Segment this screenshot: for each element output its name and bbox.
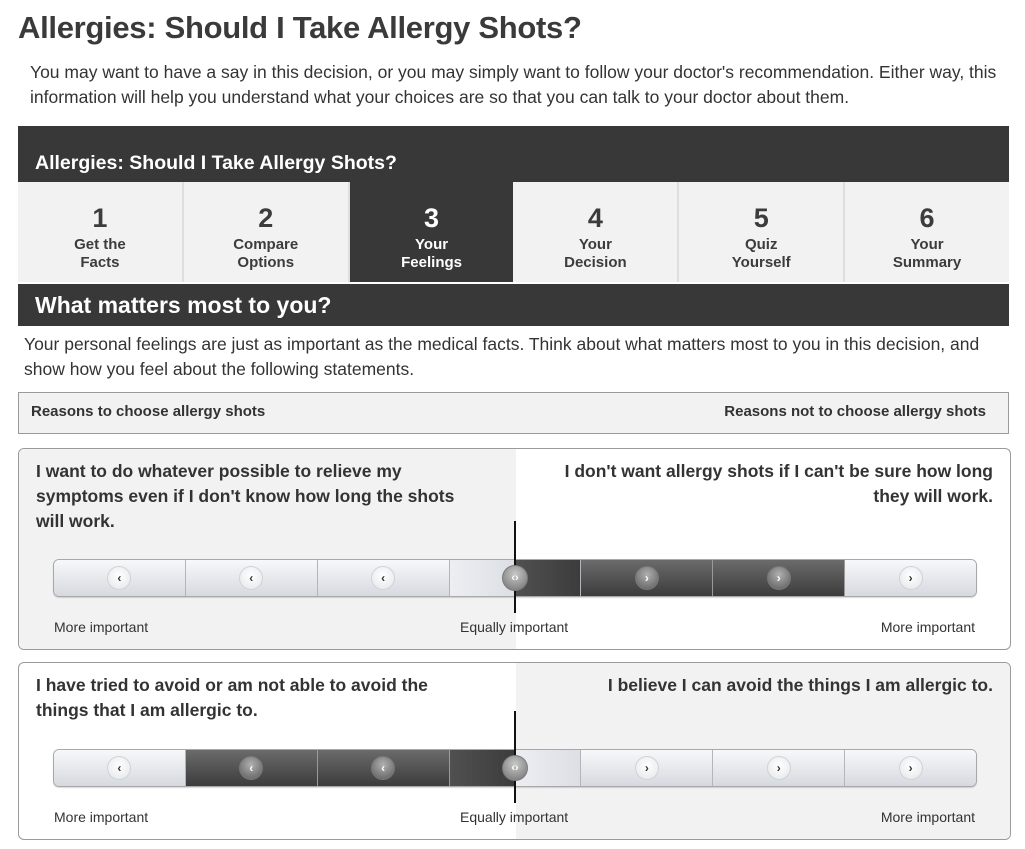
scale-label-left: More important bbox=[54, 809, 149, 825]
step-tab-quiz-yourself[interactable]: 5 Quiz Yourself bbox=[679, 182, 846, 282]
slider-segment-right-1[interactable]: › bbox=[581, 750, 714, 786]
step-number: 5 bbox=[753, 203, 769, 233]
slider-segment-right-1[interactable]: › bbox=[581, 560, 714, 596]
scale-label-right: More important bbox=[880, 809, 975, 825]
step-tab-get-the-facts[interactable]: 1 Get the Facts bbox=[18, 182, 184, 282]
scale-label-middle: Equally important bbox=[460, 619, 569, 635]
reasons-to-choose-label: Reasons to choose allergy shots bbox=[31, 403, 266, 420]
statement-card-1: I want to do whatever possible to reliev… bbox=[18, 448, 1011, 650]
slider-segment-right-2[interactable]: › bbox=[713, 750, 846, 786]
step-label: Your Summary bbox=[892, 236, 962, 271]
slider-segment-left-1[interactable]: ‹ bbox=[317, 750, 450, 786]
step-nav: 1 Get the Facts 2 Compare Options 3 Your Fe… bbox=[18, 182, 1009, 282]
left-arrow-icon: ‹ bbox=[371, 566, 396, 590]
right-arrow-icon: › bbox=[634, 566, 659, 590]
section-intro: Your personal feelings are just as impor… bbox=[24, 334, 980, 379]
slider-segment-right-3[interactable]: › bbox=[845, 560, 976, 596]
page-intro: You may want to have a say in this decis… bbox=[30, 62, 997, 107]
step-number: 3 bbox=[424, 203, 440, 233]
step-label: Your Decision bbox=[564, 236, 627, 271]
reasons-header: Reasons to choose allergy shots Reasons … bbox=[18, 392, 1009, 434]
page-title: Allergies: Should I Take Allergy Shots? bbox=[18, 10, 582, 45]
reasons-not-to-choose-label: Reasons not to choose allergy shots bbox=[724, 403, 986, 420]
right-arrow-icon: › bbox=[766, 756, 791, 780]
section-title: What matters most to you? bbox=[35, 292, 332, 318]
slider-segment-left-3[interactable]: ‹ bbox=[54, 750, 186, 786]
left-arrow-icon: ‹ bbox=[239, 756, 264, 780]
right-arrow-icon: › bbox=[766, 566, 791, 590]
left-arrow-icon: ‹ bbox=[107, 756, 132, 780]
scale-label-right: More important bbox=[880, 619, 975, 635]
slider-segment-left-2[interactable]: ‹ bbox=[185, 750, 318, 786]
slider-handle[interactable]: ‹› bbox=[502, 565, 528, 591]
left-arrow-icon: ‹ bbox=[107, 566, 132, 590]
right-arrow-icon: › bbox=[898, 756, 923, 780]
step-label: Quiz Yourself bbox=[731, 236, 791, 271]
right-arrow-icon: › bbox=[898, 566, 923, 590]
statement-left-text: I want to do whatever possible to reliev… bbox=[36, 461, 455, 531]
statement-right-text: I believe I can avoid the things I am al… bbox=[607, 675, 993, 695]
slider-segment-right-2[interactable]: › bbox=[713, 560, 846, 596]
slider-segment-right-3[interactable]: › bbox=[845, 750, 976, 786]
left-arrow-icon: ‹ bbox=[371, 756, 396, 780]
statement-left-text: I have tried to avoid or am not able to … bbox=[36, 675, 428, 720]
step-tab-your-summary[interactable]: 6 Your Summary bbox=[845, 182, 1009, 282]
slider-segment-left-3[interactable]: ‹ bbox=[54, 560, 186, 596]
slider-segment-left-2[interactable]: ‹ bbox=[185, 560, 318, 596]
right-arrow-icon: › bbox=[634, 756, 659, 780]
tool-title: Allergies: Should I Take Allergy Shots? bbox=[35, 152, 397, 174]
step-label: Your Feelings bbox=[401, 236, 462, 271]
slider-segment-left-1[interactable]: ‹ bbox=[317, 560, 450, 596]
step-number: 1 bbox=[92, 203, 108, 233]
left-arrow-icon: ‹ bbox=[239, 566, 264, 590]
step-number: 6 bbox=[919, 203, 935, 233]
statement-card-2: I have tried to avoid or am not able to … bbox=[18, 662, 1011, 840]
scale-label-middle: Equally important bbox=[460, 809, 569, 825]
statement-right-text: I don't want allergy shots if I can't be… bbox=[564, 461, 993, 506]
step-tab-compare-options[interactable]: 2 Compare Options bbox=[183, 182, 350, 282]
section-header: What matters most to you? bbox=[18, 284, 1009, 326]
step-number: 2 bbox=[258, 203, 274, 233]
step-label: Get the Facts bbox=[74, 236, 126, 271]
step-label: Compare Options bbox=[233, 236, 299, 271]
scale-label-left: More important bbox=[54, 619, 149, 635]
step-tab-your-decision[interactable]: 4 Your Decision bbox=[513, 182, 680, 282]
slider-handle[interactable]: ‹› bbox=[502, 755, 528, 781]
tool-header: Allergies: Should I Take Allergy Shots? bbox=[18, 126, 1009, 182]
step-number: 4 bbox=[587, 203, 603, 233]
step-tab-your-feelings[interactable]: 3 Your Feelings bbox=[349, 182, 514, 282]
